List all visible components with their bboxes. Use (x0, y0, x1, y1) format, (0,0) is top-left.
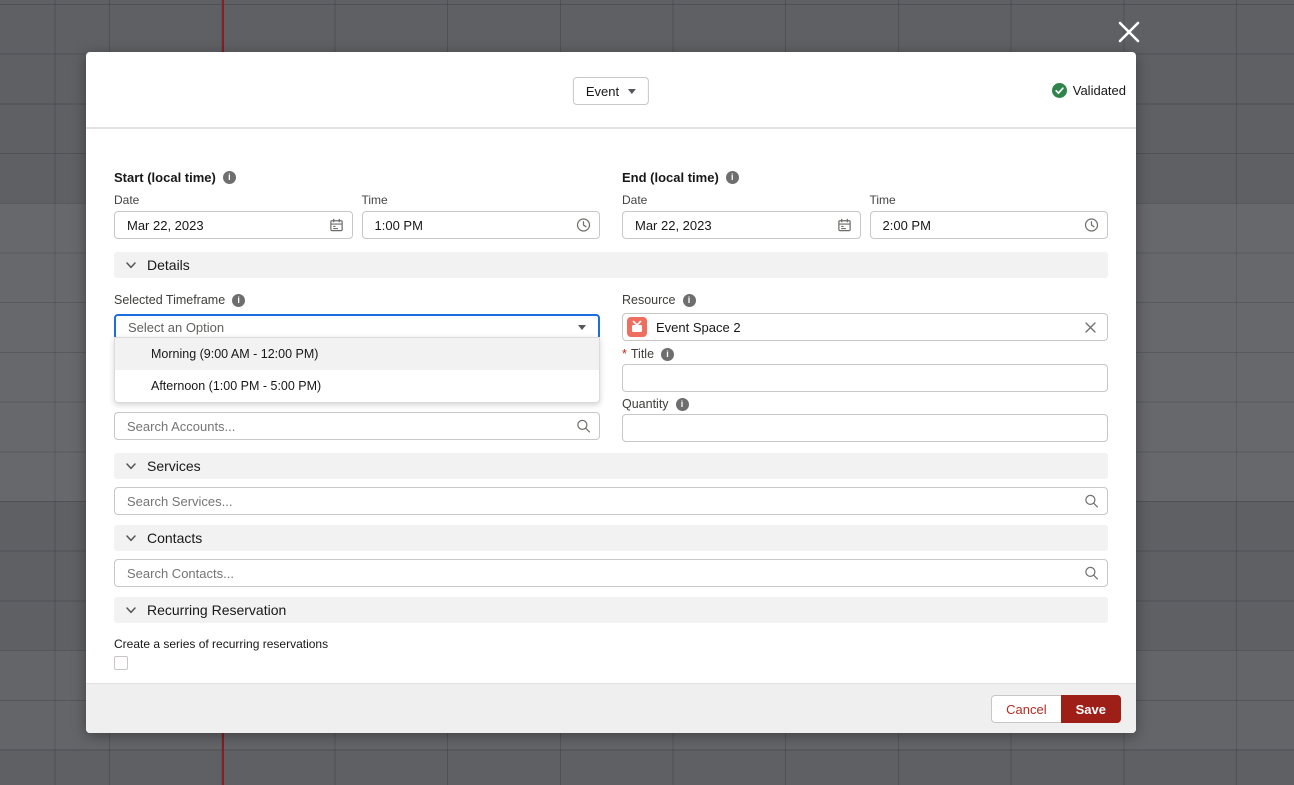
quantity-input[interactable] (622, 414, 1108, 442)
required-asterisk: * (622, 347, 627, 361)
start-time-label: Time (362, 193, 601, 207)
section-header-services[interactable]: Services (114, 453, 1108, 479)
info-icon[interactable]: i (223, 171, 236, 184)
end-datetime-group: End (local time) i Date (622, 169, 1108, 239)
info-icon[interactable]: i (683, 294, 696, 307)
chevron-down-icon (124, 603, 138, 617)
resource-label: Resource i (622, 293, 696, 307)
start-datetime-group: Start (local time) i Date (114, 169, 600, 239)
timeframe-option-morning[interactable]: Morning (9:00 AM - 12:00 PM) (115, 338, 599, 370)
search-icon[interactable] (1084, 566, 1099, 581)
save-button[interactable]: Save (1061, 695, 1121, 723)
title-input[interactable] (622, 364, 1108, 392)
end-time-label: Time (870, 193, 1109, 207)
clock-icon[interactable] (1084, 218, 1099, 233)
record-type-dropdown-button[interactable]: Event (573, 77, 649, 105)
start-time-input[interactable] (362, 211, 601, 239)
section-title: Details (147, 257, 190, 273)
modal-footer: Cancel Save (86, 683, 1136, 733)
timeframe-label: Selected Timeframe i (114, 293, 245, 307)
quantity-label: Quantity i (622, 397, 689, 411)
chevron-down-icon (628, 89, 636, 94)
info-icon[interactable]: i (676, 398, 689, 411)
timeframe-option-afternoon[interactable]: Afternoon (1:00 PM - 5:00 PM) (115, 370, 599, 402)
timeframe-dropdown-panel: Morning (9:00 AM - 12:00 PM) Afternoon (… (114, 337, 600, 403)
section-title: Contacts (147, 530, 202, 546)
search-accounts-input[interactable] (114, 412, 600, 440)
search-services-input[interactable] (114, 487, 1108, 515)
end-date-label: Date (622, 193, 861, 207)
timeframe-placeholder: Select an Option (128, 320, 224, 335)
section-header-recurring[interactable]: Recurring Reservation (114, 597, 1108, 623)
title-label: * Title i (622, 347, 674, 361)
search-icon[interactable] (1084, 494, 1099, 509)
start-date-input[interactable] (114, 211, 353, 239)
modal-header: Event Validated (86, 52, 1136, 129)
info-icon[interactable]: i (726, 171, 739, 184)
resource-value: Event Space 2 (656, 320, 1075, 335)
resource-column: Resource i Event Space 2 (622, 291, 1108, 442)
info-icon[interactable]: i (661, 348, 674, 361)
search-icon[interactable] (576, 419, 591, 434)
close-icon[interactable] (1114, 17, 1144, 47)
clear-resource-icon[interactable] (1084, 321, 1097, 334)
event-resource-icon (627, 317, 647, 337)
end-section-label: End (local time) i (622, 170, 739, 185)
chevron-down-icon (124, 258, 138, 272)
search-contacts-input[interactable] (114, 559, 1108, 587)
section-title: Recurring Reservation (147, 602, 286, 618)
reservation-modal: Event Validated Start (local time) i (86, 52, 1136, 733)
recurring-checkbox-label: Create a series of recurring reservation… (114, 637, 1108, 651)
validated-label: Validated (1073, 83, 1126, 98)
section-header-contacts[interactable]: Contacts (114, 525, 1108, 551)
start-section-label: Start (local time) i (114, 170, 236, 185)
resource-pill[interactable]: Event Space 2 (622, 313, 1108, 341)
end-time-input[interactable] (870, 211, 1109, 239)
section-header-details[interactable]: Details (114, 252, 1108, 278)
chevron-down-icon (124, 531, 138, 545)
calendar-icon[interactable] (837, 218, 852, 233)
cancel-button[interactable]: Cancel (991, 695, 1060, 723)
chevron-down-icon (578, 325, 586, 330)
calendar-icon[interactable] (329, 218, 344, 233)
validated-check-icon (1052, 83, 1067, 98)
recurring-checkbox[interactable] (114, 656, 128, 670)
info-icon[interactable]: i (232, 294, 245, 307)
start-date-label: Date (114, 193, 353, 207)
timeframe-column: Selected Timeframe i Select an Option Mo… (114, 291, 600, 442)
chevron-down-icon (124, 459, 138, 473)
record-type-label: Event (586, 84, 619, 99)
end-date-input[interactable] (622, 211, 861, 239)
clock-icon[interactable] (576, 218, 591, 233)
validated-badge: Validated (1052, 83, 1126, 98)
section-title: Services (147, 458, 201, 474)
